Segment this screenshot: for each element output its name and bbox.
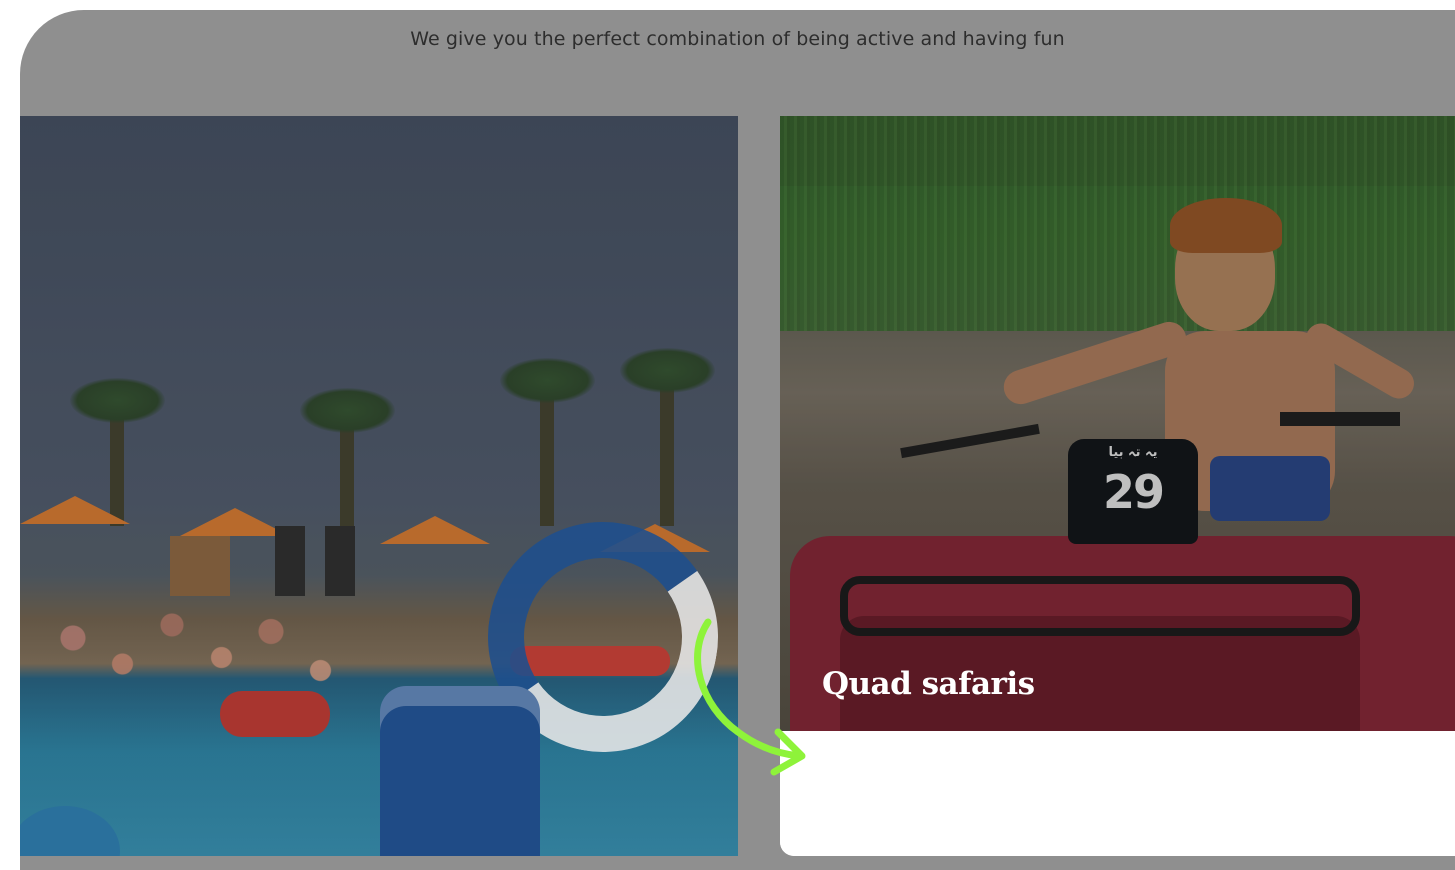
curved-arrow-icon (694, 618, 806, 776)
palm-tree (70, 378, 165, 526)
image-dim-overlay (780, 116, 1455, 731)
inflatable-tube (220, 691, 330, 737)
palm-tree (500, 358, 595, 526)
pool-activity-card[interactable] (20, 116, 738, 856)
inflatable-obstacle (380, 686, 540, 856)
quad-safaris-card[interactable]: یہ تہ بیا 29 Quad safaris (780, 116, 1455, 856)
section-tagline: We give you the perfect combination of b… (410, 28, 1065, 50)
card-body (780, 731, 1455, 856)
section-overlay: We give you the perfect combination of b… (20, 10, 1455, 870)
palm-tree (300, 388, 395, 526)
card-title: Quad safaris (822, 666, 1035, 702)
palm-tree (620, 348, 715, 526)
quad-bike-photo: یہ تہ بیا 29 Quad safaris (780, 116, 1455, 731)
